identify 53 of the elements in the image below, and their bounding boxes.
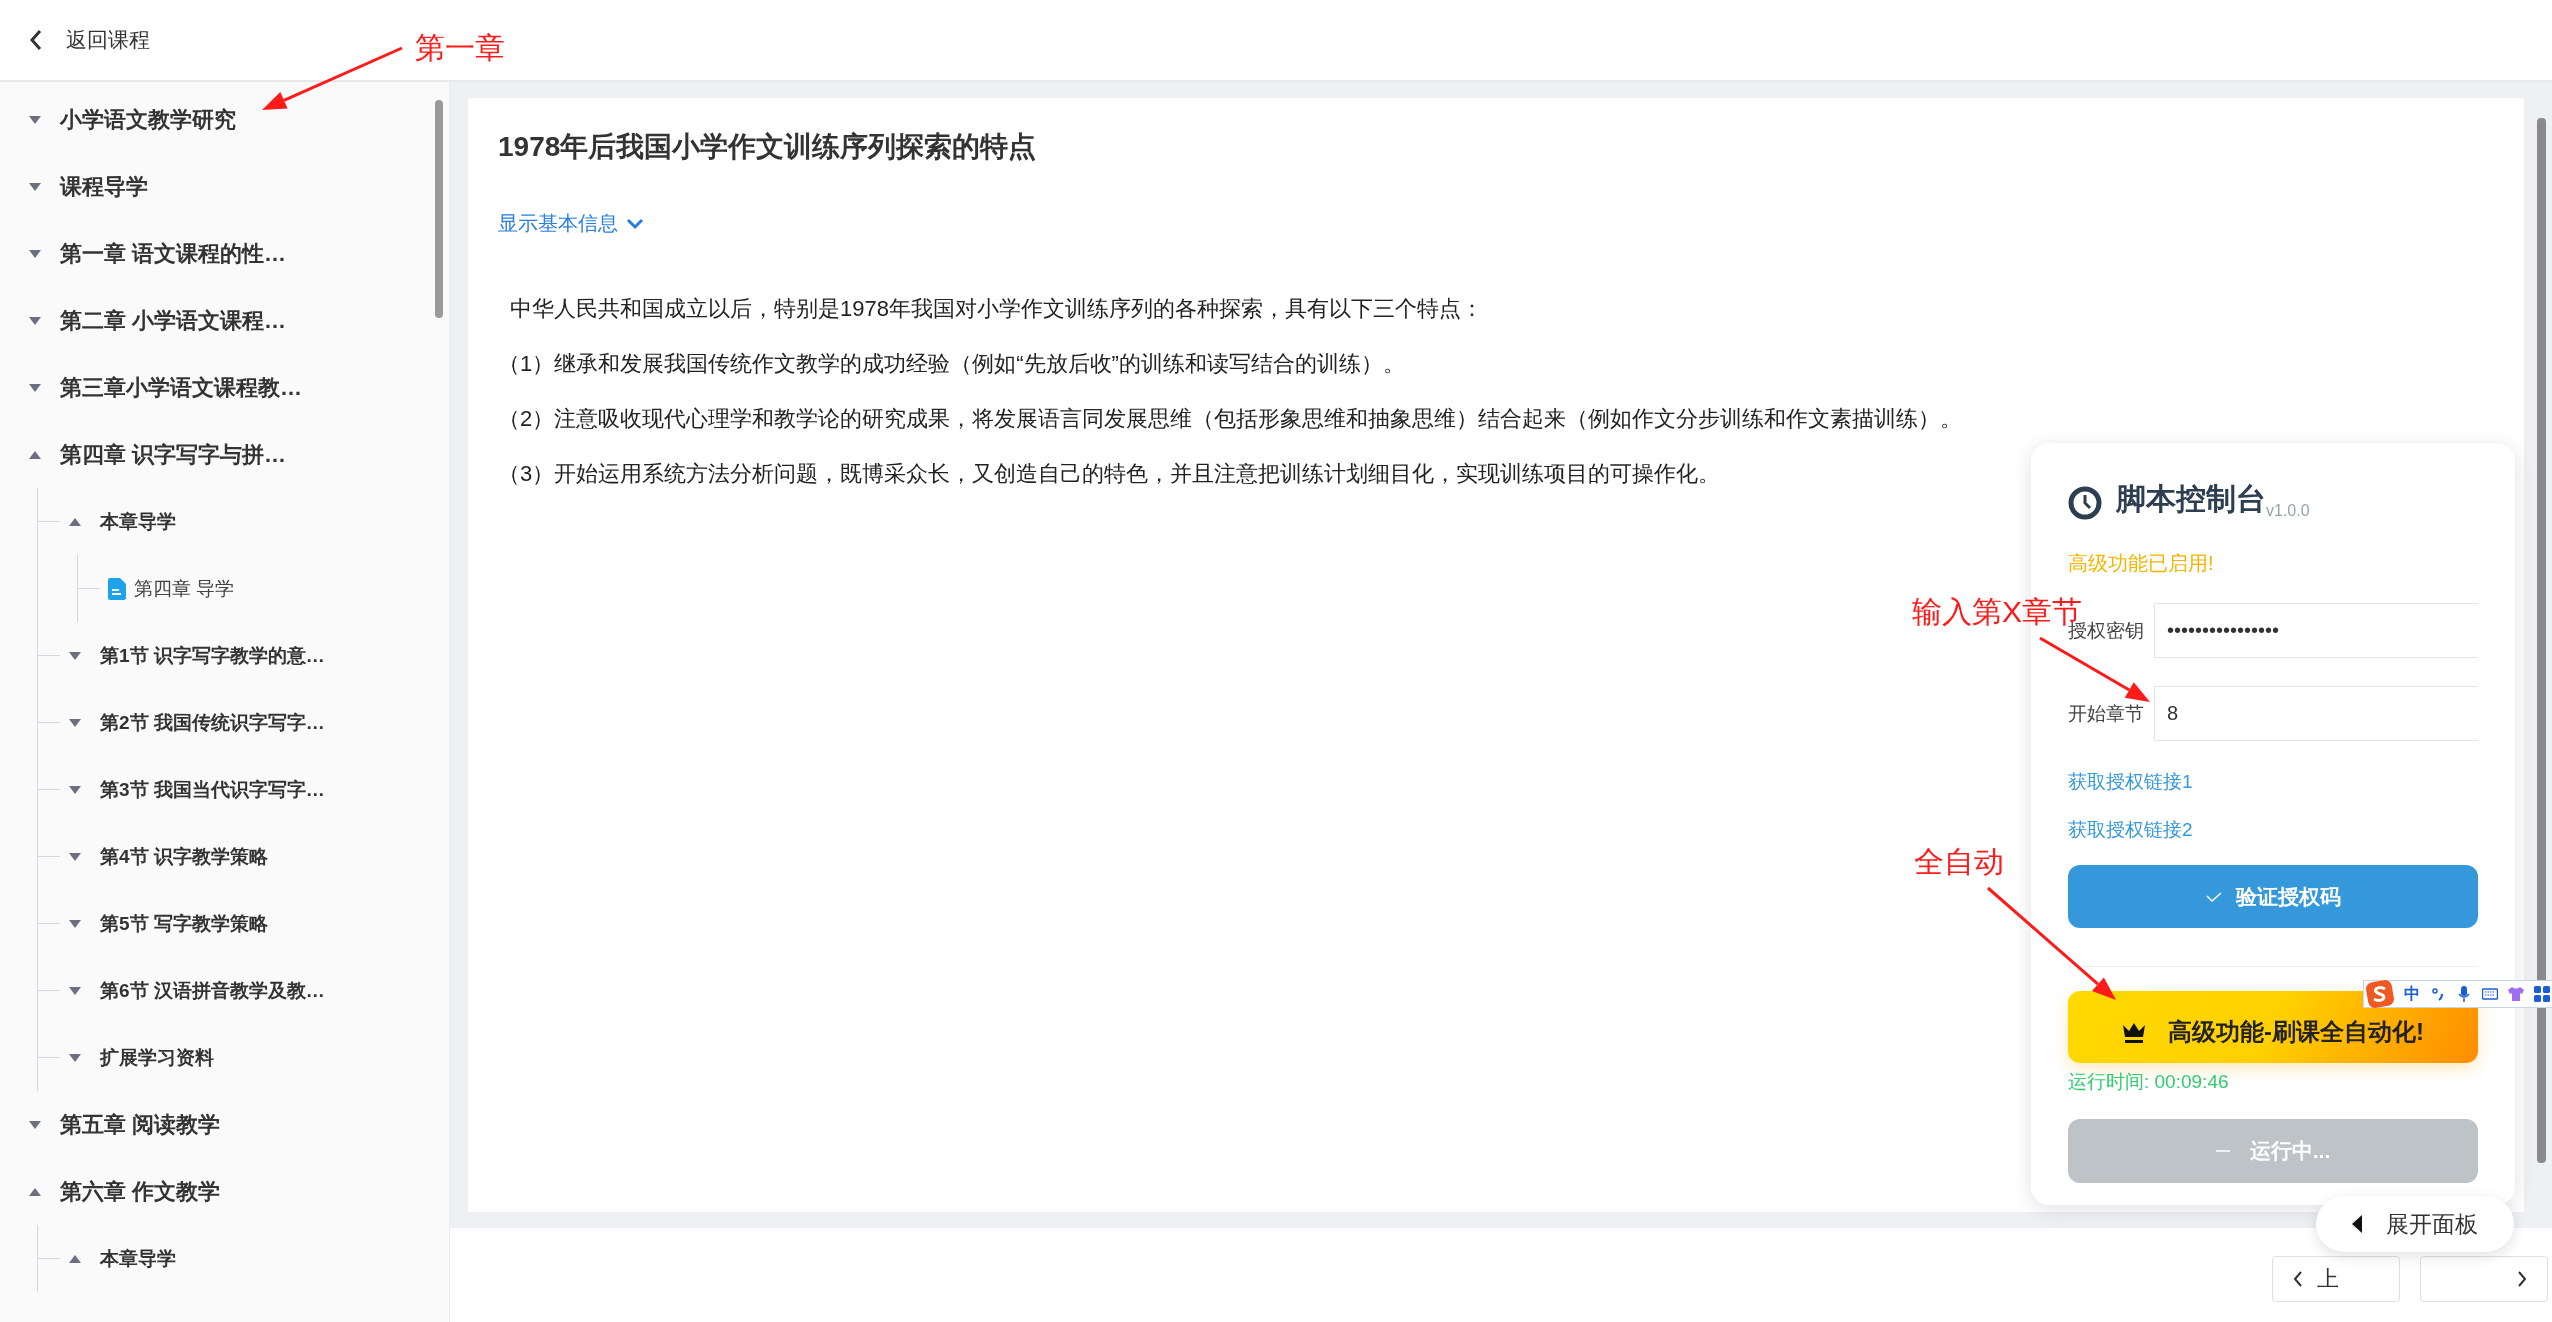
tree-item[interactable]: 扩展学习资料 — [68, 1024, 449, 1091]
field-label: 开始章节 — [2068, 701, 2145, 726]
check-icon — [2205, 890, 2222, 903]
tree-item[interactable]: 第三章小学语文课程教… — [28, 354, 449, 421]
run-time-label: 运行时间: 00:09:46 — [2068, 1070, 2230, 1094]
annotation-label: 全自动 — [1914, 844, 2004, 880]
punctuation-icon — [2430, 986, 2446, 1002]
shirt-icon — [2508, 986, 2524, 1002]
chevron-right-icon — [2517, 1271, 2527, 1287]
clock-icon — [2068, 486, 2102, 520]
tree-item[interactable]: 第1节 识字写字教学的意… — [68, 622, 449, 689]
version-label: v1.0.0 — [2266, 502, 2310, 520]
tree-item[interactable]: 第四章 识字写字与拼… — [28, 421, 449, 488]
tree-item[interactable]: 第6节 汉语拼音教学及教… — [68, 957, 449, 1024]
tree-item[interactable]: 本章导学 — [68, 1225, 449, 1292]
tree-item[interactable]: 第五章 阅读教学 — [28, 1091, 449, 1158]
expand-panel-button[interactable]: 展开面板 — [2316, 1196, 2514, 1252]
tree-item[interactable]: 第2节 我国传统识字写字… — [68, 689, 449, 756]
annotation-label: 第一章 — [415, 30, 505, 66]
document-icon — [108, 577, 126, 600]
tree-item[interactable]: 小学语文教学研究 — [28, 86, 449, 153]
tree-item[interactable]: 第3节 我国当代识字写字… — [68, 756, 449, 823]
tree-item[interactable]: 第5节 写字教学策略 — [68, 890, 449, 957]
back-icon — [28, 28, 44, 52]
input-field[interactable]: 8 — [2154, 686, 2478, 741]
panel-title: 脚本控制台 — [2116, 481, 2266, 515]
scrollbar-thumb[interactable] — [435, 100, 443, 318]
paragraph: （3）开始运用系统方法分析问题，既博采众长，又创造自己的特色，并且注意把训练计划细目化，实现训练项目的可操作化。 — [498, 460, 1721, 488]
keyboard-icon — [2482, 986, 2498, 1002]
previous-button[interactable]: 上 — [2272, 1256, 2400, 1302]
tree-item[interactable]: 第二章 小学语文课程… — [28, 287, 449, 354]
chevron-down-icon — [626, 217, 644, 230]
tree-item[interactable]: 本章导学 — [68, 488, 449, 555]
scrollbar-thumb[interactable] — [2537, 118, 2546, 1163]
tree-item[interactable]: 第六章 作文教学 — [28, 1158, 449, 1225]
tree-item[interactable]: 课程导学 — [28, 153, 449, 220]
article-title: 1978年后我国小学作文训练序列探索的特点 — [498, 130, 1038, 164]
triangle-left-icon — [2352, 1215, 2362, 1233]
tree-item[interactable]: 第4节 识字教学策略 — [68, 823, 449, 890]
paragraph: 中华人民共和国成立以后，特别是1978年我国对小学作文训练序列的各种探索，具有以下三个特点： — [509, 295, 1483, 323]
paragraph: （2）注意吸收现代心理学和教学论的研究成果，将发展语言同发展思维（包括形象思维和抽象思维）结合起来（例如作文分步训练和作文素描训练）。 — [498, 405, 1963, 433]
info-toggle-link[interactable]: 显示基本信息 — [498, 210, 644, 237]
chevron-left-icon — [2293, 1271, 2303, 1287]
grid-icon — [2534, 986, 2550, 1002]
paragraph: （1）继承和发展我国传统作文教学的成功经验（例如“先放后收”的训练和读写结合的训练）。 — [498, 350, 1405, 378]
next-button[interactable] — [2420, 1256, 2548, 1302]
status-message: 高级功能已启用! — [2068, 551, 2215, 576]
tree-item[interactable]: 第一章 语文课程的性… — [28, 220, 449, 287]
input-field[interactable]: •••••••••••••••• — [2154, 603, 2478, 658]
tree-item[interactable]: 第四章 导学 — [108, 555, 449, 622]
back-link[interactable]: 返回课程 — [66, 26, 150, 54]
microphone-icon — [2456, 986, 2472, 1002]
dash-icon — [2215, 1149, 2230, 1153]
